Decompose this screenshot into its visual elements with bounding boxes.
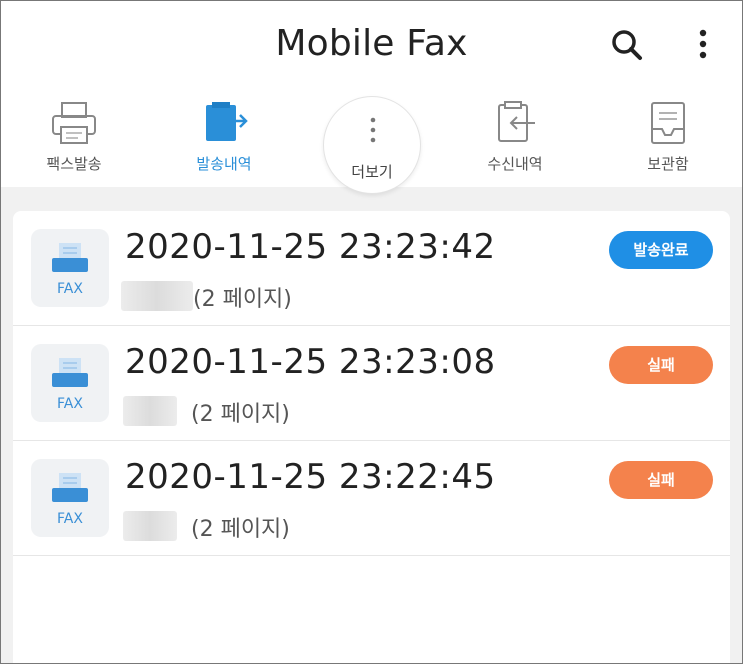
status-badge: 발송완료 [609, 231, 713, 269]
sent-history-list: FAX 2020-11-25 23:23:42 (2 페이지) 발송완료 FAX [13, 211, 730, 663]
fax-thumbnail: FAX [31, 344, 109, 422]
list-item[interactable]: FAX 2020-11-25 23:22:45 (2 페이지) 실패 [13, 441, 730, 556]
tab-archive[interactable]: 보관함 [613, 89, 723, 187]
search-icon[interactable] [605, 25, 649, 65]
page-count: (2 페이지) [193, 287, 292, 312]
fax-document-icon [52, 358, 88, 387]
fax-thumbnail-label: FAX [57, 281, 83, 297]
tab-received-history-label: 수신내역 [487, 155, 543, 173]
fax-document-icon [52, 473, 88, 502]
app-screen: Mobile Fax 팩스발송 발송내역 수신내역 보관함 더보기 FAX 20… [0, 0, 743, 664]
tab-more-label: 더보기 [351, 163, 393, 181]
tab-sent-history[interactable]: 발송내역 [169, 89, 279, 187]
redacted-recipient [123, 511, 177, 541]
received-fax-icon [489, 99, 541, 149]
fax-thumbnail-label: FAX [57, 511, 83, 527]
sent-fax-icon [198, 99, 250, 149]
fax-thumbnail: FAX [31, 229, 109, 307]
archive-icon [642, 99, 694, 149]
redacted-recipient [121, 281, 193, 311]
sent-history-list-area: FAX 2020-11-25 23:23:42 (2 페이지) 발송완료 FAX [1, 187, 742, 663]
status-badge: 실패 [609, 346, 713, 384]
sent-datetime: 2020-11-25 23:23:08 [125, 342, 496, 382]
fax-thumbnail-label: FAX [57, 396, 83, 412]
list-item[interactable]: FAX 2020-11-25 23:23:08 (2 페이지) 실패 [13, 326, 730, 441]
redacted-recipient [123, 396, 177, 426]
tab-received-history[interactable]: 수신내역 [460, 89, 570, 187]
sent-datetime: 2020-11-25 23:22:45 [125, 457, 496, 497]
tab-send-fax[interactable]: 팩스발송 [19, 89, 129, 187]
status-badge: 실패 [609, 461, 713, 499]
more-vertical-icon[interactable] [685, 23, 721, 67]
page-count: (2 페이지) [191, 402, 290, 427]
fax-thumbnail: FAX [31, 459, 109, 537]
sent-datetime: 2020-11-25 23:23:42 [125, 227, 496, 267]
tab-send-fax-label: 팩스발송 [46, 155, 102, 173]
tab-sent-history-label: 발송내역 [196, 155, 252, 173]
list-item[interactable]: FAX 2020-11-25 23:23:42 (2 페이지) 발송완료 [13, 211, 730, 326]
app-bar: Mobile Fax [1, 1, 742, 89]
tab-more[interactable]: 더보기 [323, 96, 421, 194]
page-count: (2 페이지) [191, 517, 290, 542]
more-dots-icon [370, 117, 376, 143]
tab-archive-label: 보관함 [647, 155, 689, 173]
fax-document-icon [52, 243, 88, 272]
printer-icon [48, 99, 100, 149]
